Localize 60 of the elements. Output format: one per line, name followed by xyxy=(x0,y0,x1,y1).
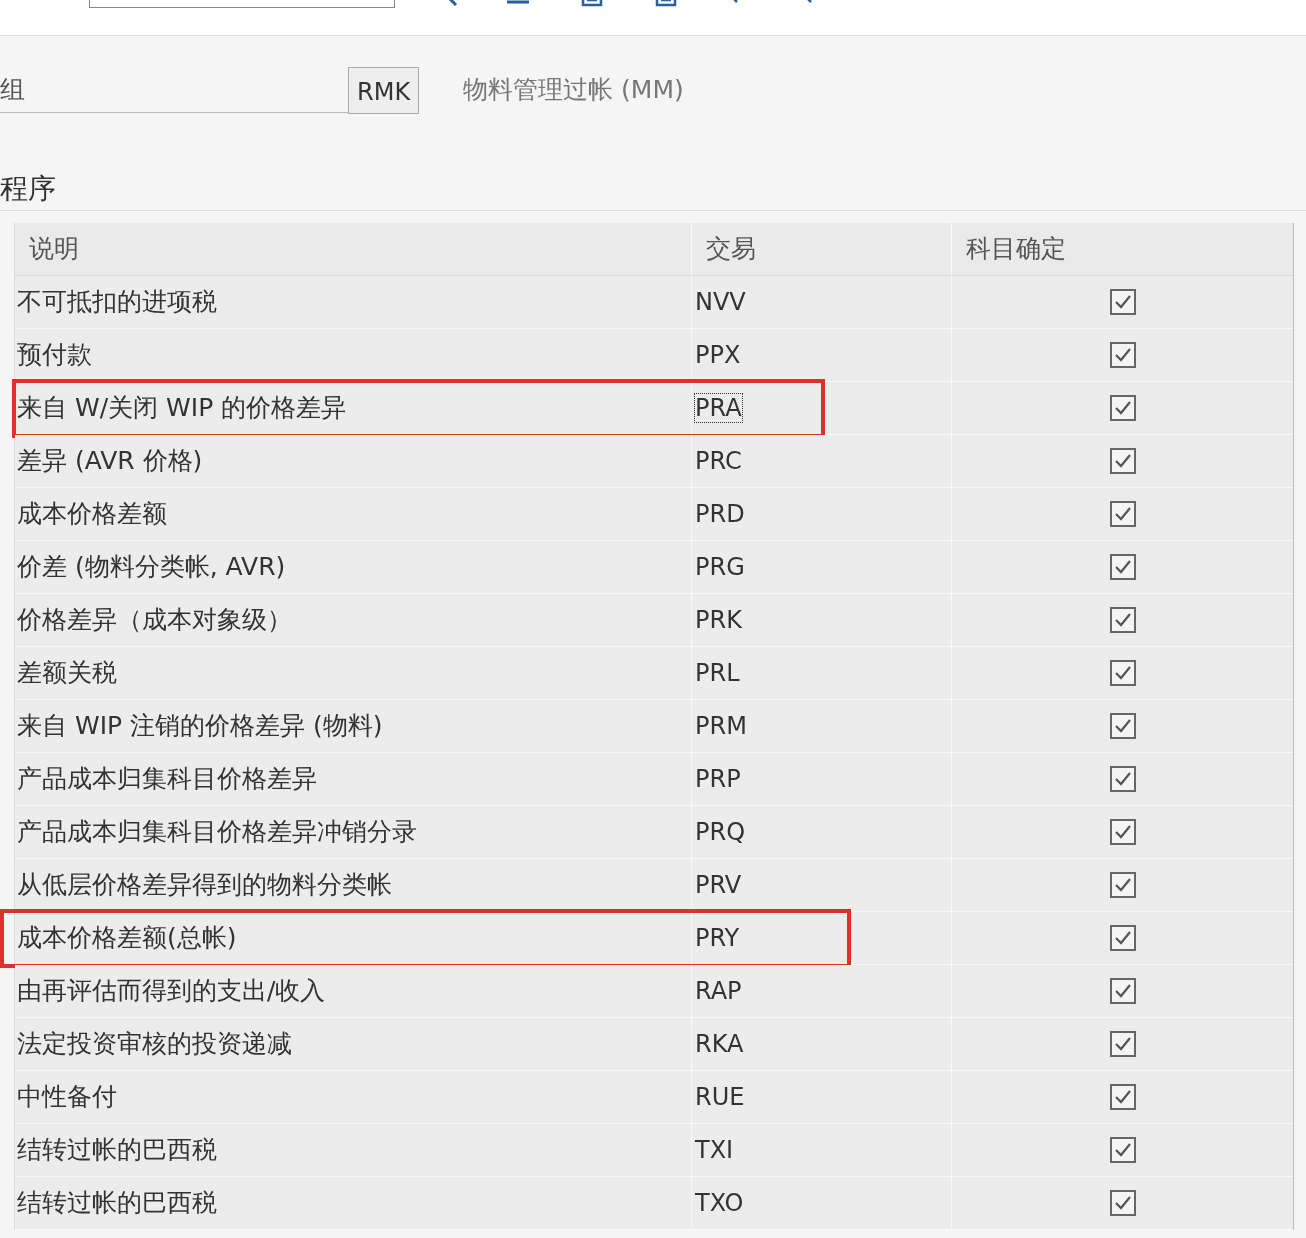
description-cell-text: 来自 W/关闭 WIP 的价格差异 xyxy=(16,392,348,425)
transaction-code: PRQ xyxy=(694,817,747,847)
checkbox[interactable] xyxy=(1109,819,1136,845)
description-cell-text: 从低层价格差异得到的物料分类帐 xyxy=(16,869,393,902)
transaction-code: RAP xyxy=(694,976,743,1006)
checkbox[interactable] xyxy=(1109,766,1136,792)
transaction-code: NVV xyxy=(694,287,747,317)
transaction-code: RUE xyxy=(694,1082,746,1112)
transaction-code: PRA xyxy=(694,393,743,423)
checkbox[interactable] xyxy=(1109,395,1136,421)
description-cell-text: 中性备付 xyxy=(16,1081,118,1114)
column-header[interactable]: 科目确定 xyxy=(951,223,1293,275)
description-cell-text: 结转过帐的巴西税 xyxy=(16,1187,218,1220)
transaction-code: PRV xyxy=(694,870,743,900)
description-cell-text: 产品成本归集科目价格差异 xyxy=(16,763,318,796)
description-cell-text: 差额关税 xyxy=(16,657,118,690)
description-cell-text: 来自 WIP 注销的价格差异 (物料) xyxy=(16,710,384,743)
description-cell-text: 产品成本归集科目价格差异冲销分录 xyxy=(16,816,418,849)
checkbox[interactable] xyxy=(1109,554,1136,580)
checkbox[interactable] xyxy=(1109,448,1136,474)
transaction-code: PPX xyxy=(694,340,742,370)
group-description: 物料管理过帐 (MM) xyxy=(463,74,684,107)
checkbox[interactable] xyxy=(1109,289,1136,315)
checkbox[interactable] xyxy=(1109,713,1136,739)
transaction-code: PRK xyxy=(694,605,743,635)
checkbox[interactable] xyxy=(1109,872,1136,898)
checkbox[interactable] xyxy=(1109,501,1136,527)
description-cell-text: 价差 (物料分类帐, AVR) xyxy=(16,551,287,584)
checkbox[interactable] xyxy=(1109,978,1136,1004)
checkbox[interactable] xyxy=(1109,925,1136,951)
transaction-code: PRD xyxy=(694,499,746,529)
description-cell-text: 由再评估而得到的支出/收入 xyxy=(16,975,327,1008)
description-cell-text: 差异 (AVR 价格) xyxy=(16,445,204,478)
description-cell-text: 法定投资审核的投资递减 xyxy=(16,1028,293,1061)
description-cell-text: 成本价格差额(总帐) xyxy=(16,922,238,955)
transaction-code: TXO xyxy=(694,1188,745,1218)
transaction-code: PRC xyxy=(694,446,743,476)
transaction-code: TXI xyxy=(694,1135,735,1165)
description-cell-text: 结转过帐的巴西税 xyxy=(16,1134,218,1167)
transaction-code: PRY xyxy=(694,923,741,953)
transaction-code: RKA xyxy=(694,1029,745,1059)
checkbox[interactable] xyxy=(1109,660,1136,686)
checkbox[interactable] xyxy=(1109,1031,1136,1057)
group-field[interactable]: RMK xyxy=(348,66,420,114)
description-cell-text: 价格差异（成本对象级） xyxy=(16,604,293,637)
transaction-code: PRL xyxy=(694,658,741,688)
column-header[interactable]: 交易 xyxy=(691,223,951,275)
checkbox[interactable] xyxy=(1109,1084,1136,1110)
transaction-code: PRP xyxy=(694,764,742,794)
checkbox[interactable] xyxy=(1109,607,1136,633)
transaction-code: PRG xyxy=(694,552,746,582)
checkbox[interactable] xyxy=(1109,342,1136,368)
description-cell-text: 不可抵扣的进项税 xyxy=(16,286,218,319)
checkbox[interactable] xyxy=(1109,1137,1136,1163)
description-cell-text: 预付款 xyxy=(16,339,93,372)
column-header[interactable]: 说明 xyxy=(15,230,691,268)
checkbox[interactable] xyxy=(1109,1190,1136,1216)
description-cell-text: 成本价格差额 xyxy=(16,498,168,531)
transaction-code: PRM xyxy=(694,711,748,741)
section-title: 程序 xyxy=(0,170,1306,211)
